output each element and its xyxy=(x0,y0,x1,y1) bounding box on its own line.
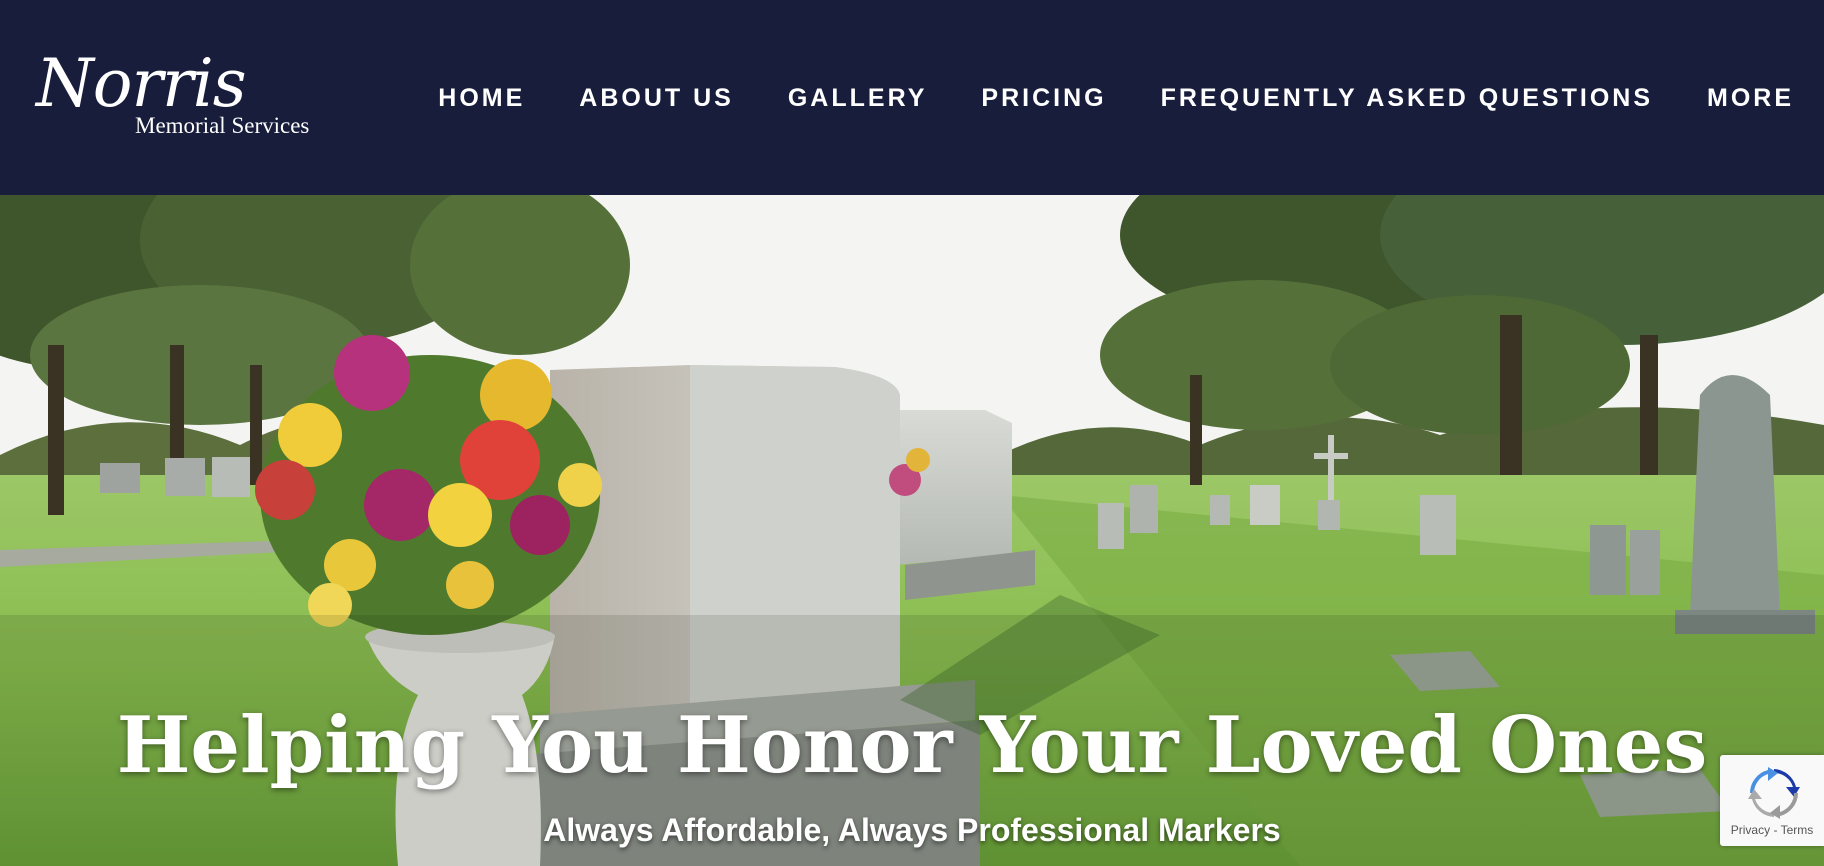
site-header: Norris Memorial Services HOME ABOUT US G… xyxy=(0,0,1824,195)
recaptcha-separator: - xyxy=(1773,823,1778,837)
recaptcha-terms-link[interactable]: Terms xyxy=(1781,823,1814,837)
nav-about-us[interactable]: ABOUT US xyxy=(579,78,734,118)
nav-more[interactable]: MORE xyxy=(1707,78,1794,118)
nav-pricing[interactable]: PRICING xyxy=(981,78,1106,118)
recaptcha-privacy-link[interactable]: Privacy xyxy=(1731,823,1770,837)
nav-faq[interactable]: FREQUENTLY ASKED QUESTIONS xyxy=(1161,78,1653,118)
main-nav: HOME ABOUT US GALLERY PRICING FREQUENTLY… xyxy=(438,78,1794,118)
logo-tagline: Memorial Services xyxy=(135,113,310,138)
site-logo[interactable]: Norris Memorial Services xyxy=(36,45,310,148)
recaptcha-icon xyxy=(1748,767,1800,819)
recaptcha-badge[interactable]: Privacy - Terms xyxy=(1720,755,1824,846)
hero-subtitle: Always Affordable, Always Professional M… xyxy=(543,812,1281,848)
logo-name: Norris xyxy=(36,45,247,122)
nav-gallery[interactable]: GALLERY xyxy=(788,78,928,118)
hero-title: Helping You Honor Your Loved Ones xyxy=(116,700,1708,791)
recaptcha-links: Privacy - Terms xyxy=(1720,823,1824,837)
nav-home[interactable]: HOME xyxy=(438,78,525,118)
hero-banner: Helping You Honor Your Loved Ones Always… xyxy=(0,195,1824,866)
